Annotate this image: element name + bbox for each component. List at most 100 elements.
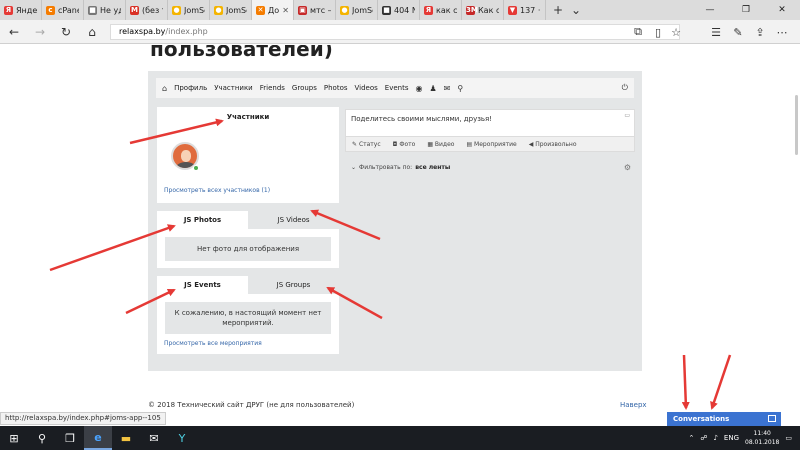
view-all-events-link[interactable]: Просмотреть все мероприятия [164, 340, 262, 347]
volume-icon[interactable]: ♪ [713, 434, 717, 442]
favorite-star-icon[interactable]: ☆ [668, 24, 684, 40]
tab-favicon-icon: ■ [382, 5, 391, 15]
tab-favicon-icon: ■ [88, 5, 97, 15]
tab-js-events[interactable]: JS Events [157, 276, 248, 294]
url-field[interactable]: relaxspa.by/index.php [110, 24, 680, 40]
filter-label: Фильтровать по: [359, 164, 413, 171]
tab-js-photos[interactable]: JS Photos [157, 211, 248, 229]
edge-browser-icon[interactable]: e [84, 426, 112, 450]
search-icon[interactable]: ⚲ [457, 84, 463, 93]
tab-favicon-icon: ▣ [298, 5, 307, 15]
tab-label: как со [436, 5, 457, 15]
toolbar-members[interactable]: Участники [214, 84, 253, 92]
globe-icon[interactable]: ◉ [415, 84, 422, 93]
browser-tab[interactable]: ✕ До ✕ [252, 0, 294, 20]
browser-tab[interactable]: ccPanel [42, 0, 84, 20]
tab-label: JomSo [352, 5, 373, 15]
chevron-down-icon: ⌄ [351, 164, 357, 171]
home-icon[interactable]: ⌂ [84, 24, 100, 40]
no-photos-message: Нет фото для отображения [165, 237, 331, 261]
forward-arrow-icon[interactable]: → [32, 24, 48, 40]
mail-icon[interactable]: ✉ [444, 84, 451, 93]
toolbar-videos[interactable]: Videos [355, 84, 378, 92]
status-bar-url: http://relaxspa.by/index.php#joms-app--1… [0, 412, 166, 425]
address-bar-row: ← → ↻ ⌂ relaxspa.by/index.php ⧉ ▯ ☆ ☰ ✎ … [0, 20, 800, 44]
share-icon[interactable]: ⇪ [752, 24, 768, 40]
browser-tab[interactable]: M(без те [126, 0, 168, 20]
more-menu-icon[interactable]: ⋯ [774, 24, 790, 40]
gear-icon[interactable]: ⚙ [624, 163, 631, 172]
share-status-option[interactable]: ✎ Статус [352, 141, 381, 148]
share-video-option[interactable]: ▦ Видео [427, 141, 454, 148]
favorites-hub-icon[interactable]: ☰ [708, 24, 724, 40]
events-groups-card: JS Events JS Groups К сожалению, в насто… [157, 276, 339, 354]
web-page: пользователей) ⌂ Профиль Участники Frien… [0, 45, 800, 426]
tab-list-button[interactable]: ⌄ [566, 0, 586, 20]
clock[interactable]: 11:40 08.01.2018 [745, 429, 779, 447]
toolbar-friends[interactable]: Friends [260, 84, 285, 92]
toolbar-events[interactable]: Events [385, 84, 409, 92]
refresh-icon[interactable]: ↻ [58, 24, 74, 40]
browser-tab[interactable]: ●JomSo [210, 0, 252, 20]
tray-expand-icon[interactable]: ⌃ [688, 434, 694, 442]
search-icon[interactable]: ⚲ [28, 426, 56, 450]
close-window-icon[interactable]: ✕ [764, 0, 800, 20]
toolbar-groups[interactable]: Groups [292, 84, 317, 92]
mail-app-icon[interactable]: ✉ [140, 426, 168, 450]
browser-tab[interactable]: Якак со [420, 0, 462, 20]
file-explorer-icon[interactable]: ▬ [112, 426, 140, 450]
notifications-icon[interactable]: ▭ [785, 434, 792, 442]
browser-tab[interactable]: ■404 Nc [378, 0, 420, 20]
photos-videos-card: JS Photos JS Videos Нет фото для отображ… [157, 211, 339, 268]
url-host: relaxspa.by [119, 27, 166, 36]
toolbar-photos[interactable]: Photos [324, 84, 348, 92]
browser-tab[interactable]: ▼137 · В [504, 0, 546, 20]
reading-view-icon[interactable]: ▯ [650, 24, 666, 40]
start-windows-icon[interactable]: ⊞ [0, 426, 28, 450]
view-all-members-link[interactable]: Просмотреть всех участников (1) [164, 187, 270, 194]
browser-tab[interactable]: ●JomSo [336, 0, 378, 20]
friend-requests-icon[interactable]: ♟ [429, 84, 436, 93]
network-icon[interactable]: ☍ [700, 434, 707, 442]
browser-tab[interactable]: ●JomSo [168, 0, 210, 20]
tab-favicon-icon: ● [214, 5, 223, 15]
extension-icon[interactable]: ⧉ [630, 24, 646, 40]
windows-taskbar: ⊞ ⚲ ❒ e ▬ ✉ Y ⌃ ☍ ♪ ENG 11:40 08.01.2018… [0, 426, 800, 450]
share-event-option[interactable]: ▤ Мероприятие [466, 141, 516, 148]
power-icon[interactable]: ⏻ [622, 83, 628, 93]
tab-js-groups[interactable]: JS Groups [248, 276, 339, 294]
tab-label: 137 · В [520, 5, 541, 15]
toolbar-profile[interactable]: Профиль [174, 84, 207, 92]
browser-tab[interactable]: 3MКак сд [462, 0, 504, 20]
browser-tab[interactable]: ▣мтс — [294, 0, 336, 20]
tab-favicon-icon: Я [424, 5, 433, 15]
back-to-top-link[interactable]: Наверх [620, 401, 647, 409]
no-events-line2: мероприятий. [222, 319, 274, 327]
notes-icon[interactable]: ✎ [730, 24, 746, 40]
online-indicator [193, 165, 199, 171]
close-tab-icon[interactable]: ✕ [282, 6, 289, 15]
cocktail-app-icon[interactable]: Y [168, 426, 196, 450]
new-tab-button[interactable]: + [548, 0, 568, 20]
language-indicator[interactable]: ENG [724, 434, 739, 442]
feed-filter[interactable]: ⌄ Фильтровать по: все ленты ⚙ [345, 161, 635, 174]
conversations-button[interactable]: Conversations [667, 412, 781, 426]
back-arrow-icon[interactable]: ← [6, 24, 22, 40]
browser-tab[interactable]: ■Не уда [84, 0, 126, 20]
share-custom-option[interactable]: ◀ Произвольно [529, 141, 577, 148]
emoji-icon[interactable]: ▭ [624, 112, 630, 119]
page-scrollbar[interactable] [795, 95, 798, 155]
maximize-icon[interactable]: ❐ [728, 0, 764, 20]
chat-window-icon[interactable] [768, 415, 776, 422]
tab-favicon-icon: 3M [466, 5, 478, 15]
tab-label: JomSo [184, 5, 205, 15]
home-icon[interactable]: ⌂ [162, 84, 167, 93]
tab-js-videos[interactable]: JS Videos [248, 211, 339, 229]
page-heading: пользователей) [150, 45, 333, 61]
browser-tab[interactable]: ЯЯндекс [0, 0, 42, 20]
task-view-icon[interactable]: ❒ [56, 426, 84, 450]
tab-label: Как сд [478, 5, 499, 15]
share-photo-option[interactable]: ◘ Фото [393, 141, 416, 148]
minimize-icon[interactable]: — [692, 0, 728, 20]
url-path: /index.php [165, 27, 208, 36]
